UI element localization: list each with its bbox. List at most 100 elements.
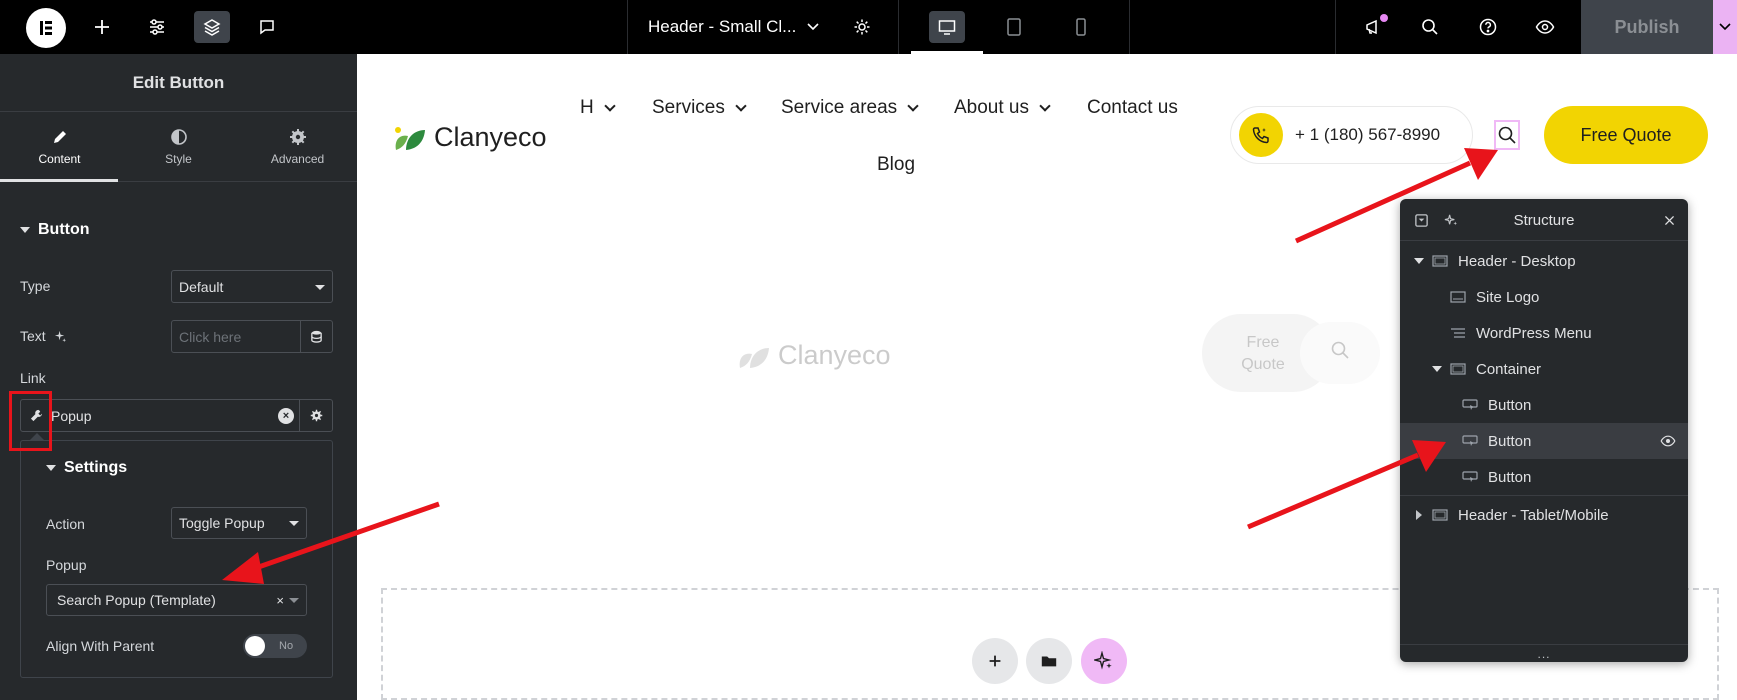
site-search-icon[interactable] [1494, 120, 1520, 150]
structure-row-label: Button [1488, 396, 1532, 414]
structure-row-header-tablet-mobile[interactable]: Header - Tablet/Mobile [1400, 497, 1688, 533]
nav-item-blog[interactable]: Blog [877, 154, 915, 176]
tab-style[interactable]: Style [119, 112, 238, 181]
action-select[interactable]: Toggle Popup [171, 507, 307, 539]
structure-row-button[interactable]: Button [1400, 459, 1688, 495]
dropdown-caret-icon [289, 598, 299, 603]
nav-item-services[interactable]: Services [652, 97, 747, 119]
tab-advanced[interactable]: Advanced [238, 112, 357, 181]
add-section-button[interactable] [972, 638, 1018, 684]
align-with-parent-toggle[interactable]: No [243, 634, 307, 658]
action-label: Action [46, 516, 85, 532]
divider [1129, 0, 1130, 54]
comments-icon[interactable] [249, 11, 285, 43]
search-icon[interactable] [1412, 11, 1448, 43]
dropdown-caret-icon [289, 521, 299, 526]
structure-row-label: Site Logo [1476, 288, 1540, 306]
caret-down-icon[interactable] [1430, 366, 1444, 372]
settings-toggle-button[interactable]: Settings [46, 459, 127, 477]
structure-row-header-desktop[interactable]: Header - Desktop [1400, 243, 1688, 279]
section-toggle-button[interactable]: Button [20, 221, 90, 239]
tab-label: Content [38, 151, 81, 166]
structure-row-label: Container [1476, 360, 1542, 378]
nav-label: About us [954, 97, 1029, 118]
caret-right-icon[interactable] [1412, 510, 1426, 520]
nav-item-service-areas[interactable]: Service areas [781, 97, 919, 119]
tablet-view-icon[interactable] [996, 11, 1032, 43]
mobile-header-preview-logo: Clanyeco [736, 340, 891, 371]
structure-row-label: Header - Desktop [1458, 252, 1576, 270]
add-element-icon[interactable] [84, 11, 120, 43]
ai-builder-button[interactable] [1081, 638, 1127, 684]
align-label: Align With Parent [46, 638, 155, 654]
caret-down-icon[interactable] [1412, 258, 1426, 264]
elementor-logo-icon[interactable] [26, 8, 66, 48]
structure-resize-handle[interactable]: ... [1400, 644, 1688, 662]
chevron-down-icon [1039, 99, 1051, 112]
dropdown-caret-icon [315, 284, 325, 290]
nav-item-home[interactable]: H [580, 97, 616, 119]
document-title: Header - Small Cl... [648, 17, 797, 36]
text-input[interactable]: Click here [171, 320, 301, 353]
mobile-preview-logo-text: Clanyeco [778, 340, 891, 370]
structure-row-container[interactable]: Container [1400, 351, 1688, 387]
preview-eye-icon[interactable] [1527, 11, 1563, 43]
annotation-highlight-box [9, 391, 52, 451]
nav-item-contact-us[interactable]: Contact us [1087, 97, 1178, 119]
action-value: Toggle Popup [179, 515, 265, 531]
structure-panel: Structure Header - Desktop Site Logo Wor… [1400, 199, 1688, 662]
layers-structure-icon[interactable] [194, 11, 230, 43]
gear-icon [289, 128, 306, 145]
help-icon[interactable] [1470, 11, 1506, 43]
tab-label: Style [165, 151, 192, 166]
clear-link-icon[interactable]: × [278, 408, 294, 424]
phone-button[interactable]: + 1 (180) 567-8990 [1230, 106, 1473, 164]
nav-label: Services [652, 97, 725, 118]
structure-row-label: WordPress Menu [1476, 324, 1592, 342]
toggle-knob [245, 636, 265, 656]
site-settings-sliders-icon[interactable] [139, 11, 175, 43]
clear-selection-icon[interactable]: × [276, 593, 284, 608]
text-label: Text [20, 328, 46, 344]
link-label: Link [20, 370, 46, 386]
popup-select[interactable]: Search Popup (Template) × [46, 584, 307, 616]
link-field[interactable]: Popup × [20, 399, 333, 432]
publish-button[interactable]: Publish [1581, 0, 1713, 54]
settings-title: Settings [64, 459, 128, 476]
section-title: Button [38, 221, 90, 238]
document-title-dropdown[interactable]: Header - Small Cl... [648, 0, 820, 54]
type-select[interactable]: Default [171, 270, 333, 303]
ai-sparkle-icon[interactable] [54, 330, 67, 343]
dynamic-tags-button[interactable] [300, 320, 333, 353]
whats-new-megaphone-icon[interactable] [1355, 11, 1391, 43]
nav-item-about-us[interactable]: About us [954, 97, 1051, 119]
link-options-gear-icon[interactable] [299, 400, 332, 431]
page-settings-gear-icon[interactable] [844, 11, 880, 43]
structure-header: Structure [1400, 199, 1688, 241]
menu-icon [1450, 326, 1466, 340]
divider [1335, 0, 1336, 54]
chevron-down-icon [807, 23, 819, 31]
text-placeholder: Click here [179, 328, 242, 345]
link-value: Popup [51, 407, 92, 424]
close-icon[interactable] [1660, 211, 1678, 229]
desktop-view-icon[interactable] [911, 11, 983, 54]
structure-row-wordpress-menu[interactable]: WordPress Menu [1400, 315, 1688, 351]
structure-row-label: Header - Tablet/Mobile [1458, 506, 1609, 524]
add-template-button[interactable] [1026, 638, 1072, 684]
structure-row-button[interactable]: Button [1400, 387, 1688, 423]
tab-content[interactable]: Content [0, 112, 119, 181]
structure-row-button-selected[interactable]: Button [1400, 423, 1688, 459]
divider [627, 0, 628, 54]
visibility-eye-icon[interactable] [1660, 433, 1676, 449]
mobile-view-icon[interactable] [1063, 11, 1099, 43]
text-label-row: Text [20, 328, 67, 344]
phone-icon [1239, 113, 1283, 157]
ai-sparkle-icon [1094, 651, 1112, 670]
free-quote-button[interactable]: Free Quote [1544, 106, 1708, 164]
structure-row-site-logo[interactable]: Site Logo [1400, 279, 1688, 315]
publish-options-button[interactable] [1713, 0, 1737, 54]
site-logo[interactable]: Clanyeco [392, 122, 547, 153]
leaf-logo-icon [395, 126, 425, 150]
chevron-down-icon [907, 99, 919, 112]
